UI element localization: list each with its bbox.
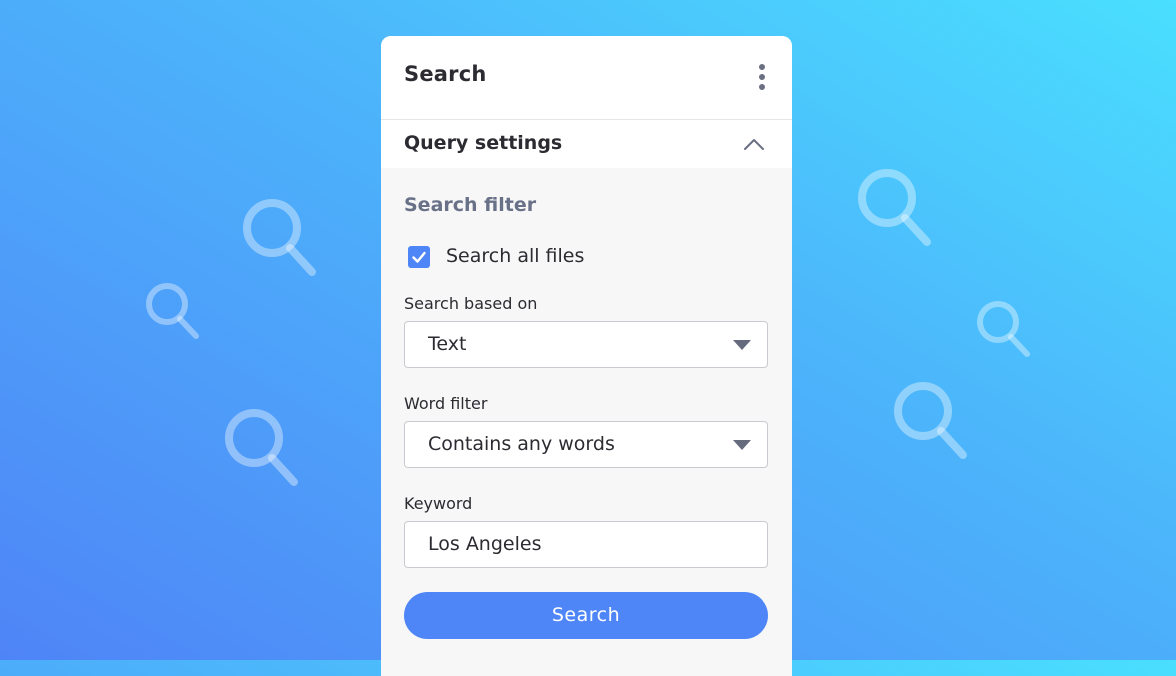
checkbox-label: Search all files [446, 245, 585, 267]
word-filter-select[interactable]: Contains any words [404, 421, 768, 468]
query-settings-header[interactable]: Query settings [381, 120, 792, 168]
search-based-on-select[interactable]: Text [404, 321, 768, 368]
search-icon [855, 166, 935, 250]
checkbox[interactable] [408, 246, 430, 268]
panel-header: Search [381, 36, 792, 120]
select-value: Text [428, 333, 467, 355]
search-icon [891, 379, 971, 463]
check-icon [412, 251, 426, 263]
search-button-label: Search [551, 604, 621, 626]
search-filter-heading: Search filter [404, 194, 537, 216]
search-icon [222, 406, 302, 490]
caret-down-icon [733, 340, 751, 350]
search-icon [240, 196, 320, 280]
section-title: Query settings [404, 132, 563, 154]
search-icon [144, 281, 204, 343]
chevron-up-icon[interactable] [743, 136, 765, 150]
caret-down-icon [733, 440, 751, 450]
search-button[interactable]: Search [404, 592, 768, 639]
more-vertical-icon[interactable] [751, 64, 775, 92]
select-value: Contains any words [428, 433, 615, 455]
search-panel: Search Query settings Search filter Sear… [381, 36, 792, 676]
search-based-on-label: Search based on [404, 294, 538, 313]
word-filter-label: Word filter [404, 394, 488, 413]
input-value: Los Angeles [428, 533, 542, 555]
search-all-files-checkbox[interactable]: Search all files [408, 244, 708, 270]
panel-title: Search [404, 62, 487, 86]
keyword-label: Keyword [404, 494, 473, 513]
keyword-input[interactable]: Los Angeles [404, 521, 768, 568]
search-icon [975, 299, 1035, 361]
